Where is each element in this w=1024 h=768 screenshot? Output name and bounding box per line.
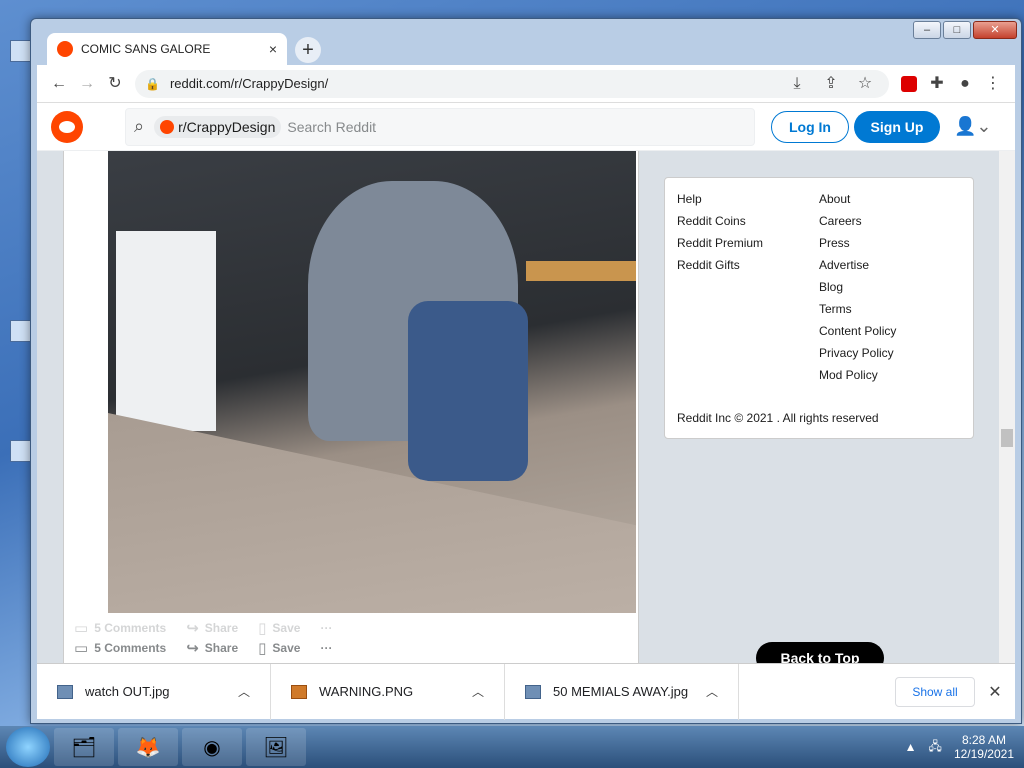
reddit-favicon-icon	[57, 41, 73, 57]
address-bar[interactable]: 🔒 reddit.com/r/CrappyDesign/ ⤓ ⇪ ☆	[135, 69, 889, 98]
clock[interactable]: 8:28 AM 12/19/2021	[954, 733, 1014, 761]
system-tray: ▲ 🖧 8:28 AM 12/19/2021	[905, 733, 1014, 761]
search-input[interactable]: Search Reddit	[287, 119, 376, 135]
close-window-button[interactable]: ✕	[973, 21, 1017, 39]
bookmark-star-icon[interactable]: ☆	[851, 70, 879, 98]
reddit-logo-icon[interactable]	[51, 110, 83, 143]
save-button[interactable]: ▯ Save	[258, 639, 300, 657]
sidebar-link[interactable]: About	[819, 192, 961, 214]
maximize-button[interactable]: □	[943, 21, 971, 39]
download-shelf: watch OUT.jpg ︿ WARNING.PNG ︿ 50 MEMIALS…	[37, 663, 1015, 720]
minimize-button[interactable]: –	[913, 21, 941, 39]
sidebar-link[interactable]: Reddit Coins	[677, 214, 819, 236]
close-shelf-icon[interactable]: ✕	[975, 682, 1015, 702]
image-file-icon	[57, 684, 73, 699]
window-controls: – □ ✕	[913, 21, 1017, 39]
download-item[interactable]: 50 MEMIALS AWAY.jpg ︿	[505, 663, 739, 720]
sidebar-link[interactable]: Mod Policy	[819, 368, 961, 390]
new-tab-button[interactable]: +	[295, 37, 321, 63]
show-hidden-icons-icon[interactable]: ▲	[905, 740, 917, 754]
youtube-extension-icon[interactable]	[901, 75, 917, 92]
search-bar[interactable]: ⌕ r/CrappyDesign Search Reddit	[125, 107, 755, 146]
post-card[interactable]: ▭ 5 Comments ↪ Share ▯ Save ··· ▭ 5 Comments…	[63, 151, 639, 663]
chevron-up-icon[interactable]: ︿	[238, 683, 250, 700]
sidebar-link[interactable]: Careers	[819, 214, 961, 236]
image-file-icon	[291, 684, 307, 699]
image-viewer-icon[interactable]: 🖼	[246, 728, 306, 766]
url-text: reddit.com/r/CrappyDesign/	[169, 76, 329, 91]
post-actions-ghost: ▭ 5 Comments ↪ Share ▯ Save ···	[74, 620, 333, 637]
post-image[interactable]	[108, 151, 636, 613]
menu-icon[interactable]: ⋮	[979, 70, 1007, 98]
community-chip-label: r/CrappyDesign	[178, 118, 276, 135]
share-icon[interactable]: ⇪	[817, 70, 845, 98]
sidebar-link[interactable]: Reddit Premium	[677, 236, 819, 258]
lock-icon: 🔒	[145, 76, 160, 91]
comments-button[interactable]: ▭ 5 Comments	[74, 639, 166, 657]
extensions-icon[interactable]: ✚	[923, 70, 951, 98]
links-column-1: Help Reddit Coins Reddit Premium Reddit Gif…	[677, 192, 819, 390]
scrollbar-thumb[interactable]	[1001, 429, 1013, 447]
sidebar-link[interactable]: Terms	[819, 302, 961, 324]
sidebar-link[interactable]: Blog	[819, 280, 961, 302]
subreddit-icon	[160, 119, 175, 134]
page-content[interactable]: ▭ 5 Comments ↪ Share ▯ Save ··· ▭ 5 Comments…	[37, 151, 1015, 663]
download-filename: WARNING.PNG	[319, 684, 414, 699]
taskbar: 🗂 🦊 ◉ 🖼 ▲ 🖧 8:28 AM 12/19/2021	[0, 726, 1024, 768]
search-icon: ⌕	[134, 116, 145, 136]
reddit-header: ⌕ r/CrappyDesign Search Reddit Log In Si…	[37, 103, 1015, 151]
more-options-button[interactable]: ···	[320, 641, 332, 655]
download-filename: watch OUT.jpg	[85, 684, 170, 699]
copyright: Reddit Inc © 2021 . All rights reserved	[677, 411, 879, 425]
reload-icon[interactable]: ↻	[101, 70, 129, 98]
chrome-icon[interactable]: ◉	[182, 728, 242, 766]
clock-date: 12/19/2021	[953, 747, 1014, 761]
share-icon: ↪	[186, 640, 199, 657]
image-file-icon	[525, 684, 541, 699]
back-icon[interactable]: ←	[45, 70, 73, 98]
chevron-up-icon[interactable]: ︿	[706, 683, 718, 700]
file-explorer-icon[interactable]: 🗂	[54, 728, 114, 766]
sidebar-link[interactable]: Content Policy	[819, 324, 961, 346]
download-item[interactable]: WARNING.PNG ︿	[271, 663, 505, 720]
browser-window: – □ ✕ COMIC SANS GALORE × + ← → ↻ 🔒 redd…	[30, 18, 1022, 724]
scrollbar[interactable]	[999, 151, 1015, 663]
share-button[interactable]: ↪ Share	[186, 639, 238, 657]
post-actions: ▭ 5 Comments ↪ Share ▯ Save ···	[74, 639, 332, 657]
comment-icon: ▭	[74, 640, 89, 657]
start-button[interactable]	[6, 727, 50, 767]
clock-time: 8:28 AM	[961, 733, 1006, 747]
sidebar-links-card: Help Reddit Coins Reddit Premium Reddit Gif…	[664, 177, 974, 439]
login-button[interactable]: Log In	[771, 110, 849, 143]
network-icon[interactable]: 🖧	[929, 737, 942, 758]
profile-icon[interactable]: ●	[951, 70, 979, 98]
sidebar-link[interactable]: Help	[677, 192, 819, 214]
tab-title: COMIC SANS GALORE	[81, 42, 211, 56]
download-filename: 50 MEMIALS AWAY.jpg	[553, 684, 689, 699]
forward-icon[interactable]: →	[73, 70, 101, 98]
user-menu-icon[interactable]: 👤⌄	[954, 116, 992, 137]
back-to-top-button[interactable]: Back to Top	[756, 642, 884, 663]
install-icon[interactable]: ⤓	[783, 70, 811, 98]
chevron-up-icon[interactable]: ︿	[472, 683, 484, 700]
sidebar-link[interactable]: Reddit Gifts	[677, 258, 819, 280]
sidebar-link[interactable]: Advertise	[819, 258, 961, 280]
browser-toolbar: ← → ↻ 🔒 reddit.com/r/CrappyDesign/ ⤓ ⇪ ☆…	[37, 65, 1015, 103]
show-all-downloads-button[interactable]: Show all	[895, 676, 975, 707]
sidebar-link[interactable]: Privacy Policy	[819, 346, 961, 368]
download-item[interactable]: watch OUT.jpg ︿	[37, 663, 271, 720]
community-chip[interactable]: r/CrappyDesign	[154, 115, 282, 138]
signup-button[interactable]: Sign Up	[854, 110, 940, 143]
sidebar-link[interactable]: Press	[819, 236, 961, 258]
links-column-2: About Careers Press Advertise Blog Terms Conte…	[819, 192, 961, 390]
firefox-icon[interactable]: 🦊	[118, 728, 178, 766]
tab-reddit[interactable]: COMIC SANS GALORE ×	[47, 33, 287, 65]
close-tab-icon[interactable]: ×	[269, 41, 277, 57]
bookmark-icon: ▯	[258, 640, 267, 657]
tab-strip: COMIC SANS GALORE × +	[37, 29, 901, 65]
